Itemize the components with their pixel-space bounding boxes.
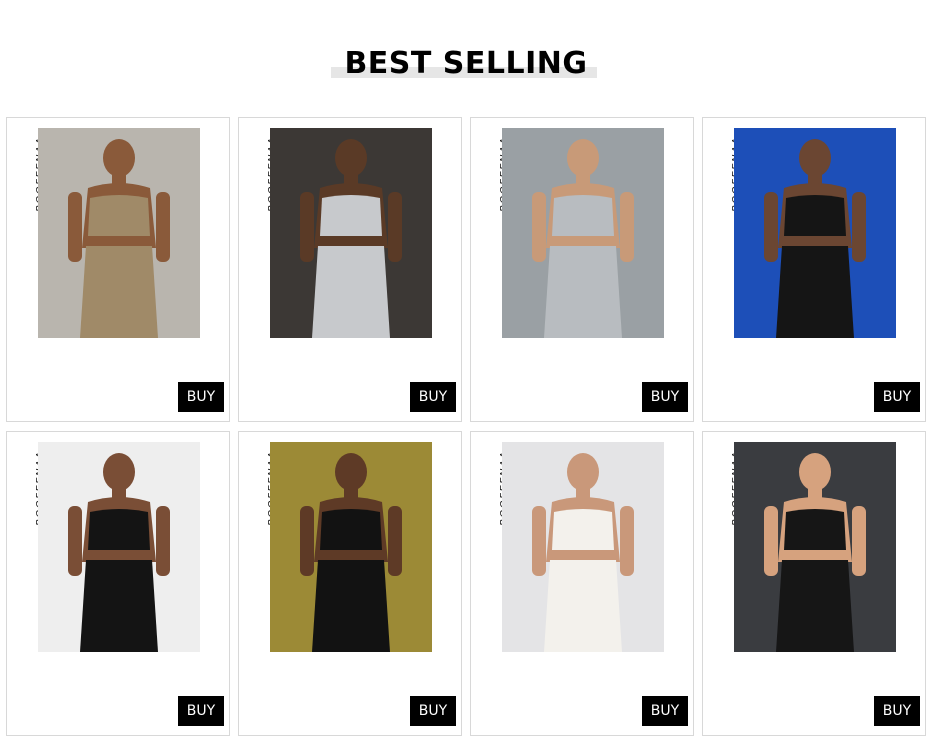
buy-button[interactable]: BUY <box>410 382 456 412</box>
brand-label: BOOFEENAA <box>485 446 510 526</box>
brand-label: BOOFEENAA <box>253 446 278 526</box>
model-photo-tan-cutout-dress <box>38 128 200 338</box>
brand-label: BOOFEENAA <box>485 132 510 212</box>
model-photo-black-butterfly-top <box>734 442 896 652</box>
model-photo-white-crop-joggers <box>502 128 664 338</box>
brand-label: BOOFEENAA <box>21 132 46 212</box>
product-image[interactable] <box>502 442 664 652</box>
product-card[interactable]: BOOFEENAA BUY <box>470 117 694 422</box>
product-image[interactable] <box>734 128 896 338</box>
buy-button[interactable]: BUY <box>178 382 224 412</box>
product-card[interactable]: BOOFEENAA BUY <box>6 117 230 422</box>
brand-label: BOOFEENAA <box>717 446 742 526</box>
model-photo-black-halter-top <box>38 442 200 652</box>
model-photo-grey-sweatpants <box>270 128 432 338</box>
product-image[interactable] <box>734 442 896 652</box>
section-title: BEST SELLING <box>344 46 588 81</box>
product-image[interactable] <box>38 442 200 652</box>
buy-button[interactable]: BUY <box>642 696 688 726</box>
buy-button[interactable]: BUY <box>642 382 688 412</box>
model-photo-white-lace-bustier <box>502 442 664 652</box>
product-card[interactable]: BOOFEENAA BUY <box>6 431 230 736</box>
product-card[interactable]: BOOFEENAA BUY <box>702 117 926 422</box>
product-image[interactable] <box>270 442 432 652</box>
buy-button[interactable]: BUY <box>874 382 920 412</box>
product-card[interactable]: BOOFEENAA BUY <box>238 117 462 422</box>
brand-label: BOOFEENAA <box>21 446 46 526</box>
product-image[interactable] <box>502 128 664 338</box>
product-card[interactable]: BOOFEENAA BUY <box>702 431 926 736</box>
model-photo-black-flare-set <box>734 128 896 338</box>
product-image[interactable] <box>270 128 432 338</box>
section-header: BEST SELLING <box>0 40 932 90</box>
model-photo-black-cutout-set <box>270 442 432 652</box>
buy-button[interactable]: BUY <box>178 696 224 726</box>
brand-label: BOOFEENAA <box>253 132 278 212</box>
product-card[interactable]: BOOFEENAA BUY <box>238 431 462 736</box>
brand-label: BOOFEENAA <box>717 132 742 212</box>
product-card[interactable]: BOOFEENAA BUY <box>470 431 694 736</box>
buy-button[interactable]: BUY <box>874 696 920 726</box>
buy-button[interactable]: BUY <box>410 696 456 726</box>
product-image[interactable] <box>38 128 200 338</box>
